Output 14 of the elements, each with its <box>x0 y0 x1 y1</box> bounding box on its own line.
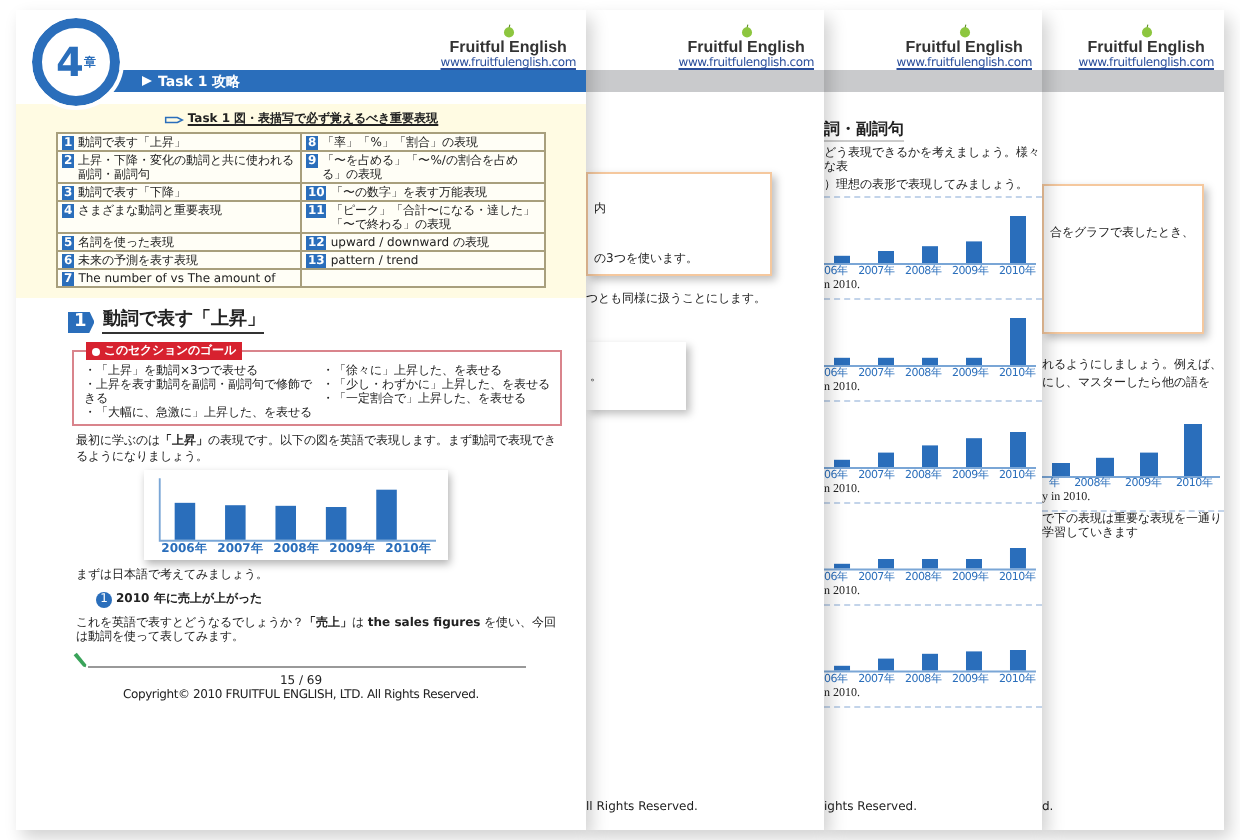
apple-icon <box>739 24 754 38</box>
triangle-icon <box>142 76 152 86</box>
brand-name: Fruitful English <box>687 38 805 56</box>
pencil-icon <box>72 651 88 667</box>
section-heading: 動詞で表す「上昇」 <box>102 310 265 334</box>
brand-name: Fruitful English <box>1087 38 1205 56</box>
section-number: 1 <box>68 311 95 333</box>
dot-icon <box>92 347 100 355</box>
brand-name: Fruitful English <box>449 38 567 56</box>
apple-icon <box>501 24 516 38</box>
apple-icon <box>1139 24 1154 38</box>
brand-name: Fruitful English <box>905 38 1023 56</box>
chapter-number: 4 <box>56 42 84 82</box>
apple-icon <box>957 24 972 38</box>
